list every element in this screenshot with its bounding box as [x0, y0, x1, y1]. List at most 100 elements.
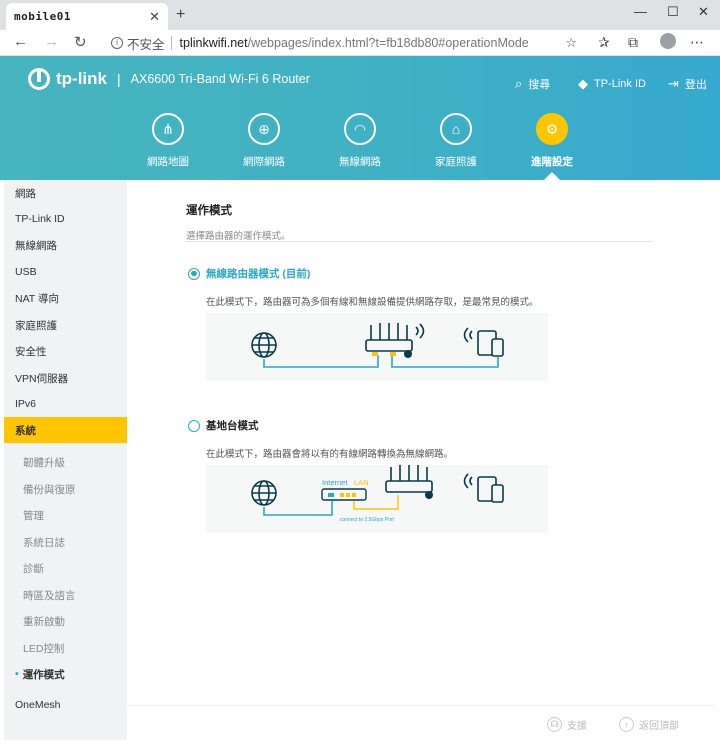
sidebar-sub-admin[interactable]: 管理	[4, 502, 127, 528]
globe-icon	[251, 480, 277, 506]
sidebar-sub-reboot[interactable]: 重新啟動	[4, 608, 127, 634]
back-to-top-label: 返回頂部	[639, 721, 679, 732]
ap-mode-diagram: Internet LAN connect to 2.5Gbps Port	[206, 465, 548, 533]
menu-network-map[interactable]: ⋔ 網路地圖	[128, 113, 208, 169]
browser-toolbar: ← → ↻ i 不安全 tplinkwifi.net /webpages/ind…	[0, 30, 720, 56]
bookmark-star-icon[interactable]: ☆	[565, 35, 577, 51]
router-mode-diagram-svg	[251, 323, 504, 368]
back-to-top-link[interactable]: ↑ 返回頂部	[619, 717, 679, 732]
support-label: 支援	[567, 721, 587, 732]
router-mode-label: 無線路由器模式 (目前)	[206, 268, 311, 280]
sidebar-sub-operation-mode[interactable]: 運作模式	[4, 661, 127, 687]
router-mode-radio[interactable]	[188, 267, 200, 280]
ap-mode-label: 基地台模式	[206, 420, 259, 432]
tplink-id-label: TP-Link ID	[594, 78, 646, 90]
router-icon	[385, 465, 433, 493]
ap-mode-radio[interactable]	[188, 419, 200, 432]
router-model: AX6600 Tri-Band Wi-Fi 6 Router	[130, 72, 310, 86]
lan-text: LAN	[354, 478, 369, 487]
section-divider	[186, 241, 653, 242]
wifi-icon: ◠	[344, 113, 376, 145]
internet-text: Internet	[322, 478, 348, 487]
router-mode-diagram	[206, 313, 548, 381]
maximize-icon[interactable]: ☐	[667, 4, 679, 20]
menu-label: 家庭照護	[435, 156, 477, 168]
favorites-icon[interactable]: ✰	[598, 34, 610, 51]
address-bar[interactable]: i 不安全 tplinkwifi.net /webpages/index.htm…	[103, 32, 587, 54]
info-icon[interactable]: i	[111, 37, 123, 49]
close-window-icon[interactable]: ✕	[698, 4, 709, 20]
brand-divider: |	[117, 71, 121, 87]
menu-label: 進階設定	[531, 156, 573, 168]
modem-icon: Internet LAN	[321, 478, 369, 501]
gear-icon: ⚙	[536, 113, 568, 145]
router-mode-option[interactable]: 無線路由器模式 (目前)	[188, 266, 310, 281]
profile-avatar[interactable]	[660, 33, 676, 49]
globe-icon	[251, 332, 277, 358]
sidebar-sub-timezone[interactable]: 時區及語言	[4, 582, 127, 608]
support-link[interactable]: ☊ 支援	[547, 717, 587, 732]
connect-text: connect to 2.5Gbps Port	[340, 517, 395, 523]
sidebar-sub-diagnostics[interactable]: 診斷	[4, 555, 127, 581]
menu-label: 網路地圖	[147, 156, 189, 168]
router-header: tp-link | AX6600 Tri-Band Wi-Fi 6 Router…	[0, 56, 720, 180]
headset-icon: ☊	[547, 717, 562, 732]
tplink-logo-icon	[28, 68, 50, 90]
minimize-icon[interactable]: —	[634, 4, 647, 19]
sidebar-sub-backup[interactable]: 備份與復原	[4, 476, 127, 502]
tab-close-icon[interactable]: ✕	[149, 9, 160, 25]
main-content: 運作模式 選擇路由器的運作模式。 無線路由器模式 (目前) 在此模式下，路由器可…	[127, 180, 714, 705]
sidebar-item-security[interactable]: 安全性	[4, 338, 127, 364]
address-path: /webpages/index.html?t=fb18db80#operatio…	[247, 36, 529, 50]
collections-icon[interactable]: ⧉	[628, 34, 638, 51]
menu-internet[interactable]: ⊕ 網際網路	[224, 113, 304, 169]
globe-icon: ⊕	[248, 113, 280, 145]
new-tab-icon[interactable]: +	[176, 6, 185, 24]
tplink-id-button[interactable]: ◆ TP-Link ID	[578, 76, 646, 92]
sidebar-sub-syslog[interactable]: 系統日誌	[4, 529, 127, 555]
router-icon	[365, 323, 425, 352]
phone-tablet-icon	[463, 473, 504, 503]
sidebar-item-ipv6[interactable]: IPv6	[4, 391, 127, 417]
logout-button[interactable]: ⇥ 登出	[668, 76, 707, 92]
sidebar: 網路 TP-Link ID 無線網路 USB NAT 導向 家庭照護 安全性 V…	[4, 180, 127, 740]
search-icon: ⌕	[515, 76, 523, 91]
sidebar-item-network[interactable]: 網路	[4, 180, 127, 206]
brand: tp-link | AX6600 Tri-Band Wi-Fi 6 Router	[28, 68, 310, 90]
brand-name: tp-link	[56, 69, 107, 88]
sidebar-item-onemesh[interactable]: OneMesh	[4, 692, 127, 718]
phone-tablet-icon	[463, 327, 504, 357]
address-separator	[170, 36, 172, 50]
sidebar-item-system[interactable]: 系統	[4, 417, 127, 443]
menu-homecare[interactable]: ⌂ 家庭照護	[416, 113, 496, 169]
sidebar-sub-firmware[interactable]: 韌體升級	[4, 449, 127, 475]
sidebar-sub-led[interactable]: LED控制	[4, 635, 127, 661]
more-menu-icon[interactable]: ⋯	[690, 34, 704, 51]
logout-icon: ⇥	[668, 76, 679, 91]
router-mode-description: 在此模式下，路由器可為多個有線和無線設備提供網路存取，是最常見的模式。	[206, 297, 539, 308]
ap-mode-option[interactable]: 基地台模式	[188, 418, 259, 433]
sidebar-item-vpn[interactable]: VPN伺服器	[4, 365, 127, 391]
sidebar-item-nat[interactable]: NAT 導向	[4, 285, 127, 311]
forward-icon[interactable]: →	[44, 33, 59, 50]
address-host: tplinkwifi.net	[179, 36, 248, 50]
reload-icon[interactable]: ↻	[74, 33, 87, 51]
home-shield-icon: ⌂	[440, 113, 472, 145]
menu-label: 無線網路	[339, 156, 381, 168]
ap-mode-diagram-svg: Internet LAN connect to 2.5Gbps Port	[251, 465, 504, 523]
browser-tab[interactable]: mobile01 ✕	[6, 3, 168, 30]
sidebar-item-homecare[interactable]: 家庭照護	[4, 312, 127, 338]
search-button[interactable]: ⌕ 搜尋	[515, 76, 550, 92]
sidebar-item-usb[interactable]: USB	[4, 259, 127, 285]
logout-label: 登出	[684, 79, 707, 91]
sidebar-item-wireless[interactable]: 無線網路	[4, 232, 127, 258]
menu-advanced[interactable]: ⚙ 進階設定	[512, 113, 592, 169]
arrow-up-icon: ↑	[619, 717, 634, 732]
back-icon[interactable]: ←	[13, 33, 28, 50]
footer: ☊ 支援 ↑ 返回頂部	[127, 705, 714, 742]
sidebar-item-tplink-id[interactable]: TP-Link ID	[4, 206, 127, 232]
tab-title: mobile01	[14, 10, 71, 23]
insecure-label: 不安全	[127, 37, 165, 52]
menu-wireless[interactable]: ◠ 無線網路	[320, 113, 400, 169]
menu-label: 網際網路	[243, 156, 285, 168]
